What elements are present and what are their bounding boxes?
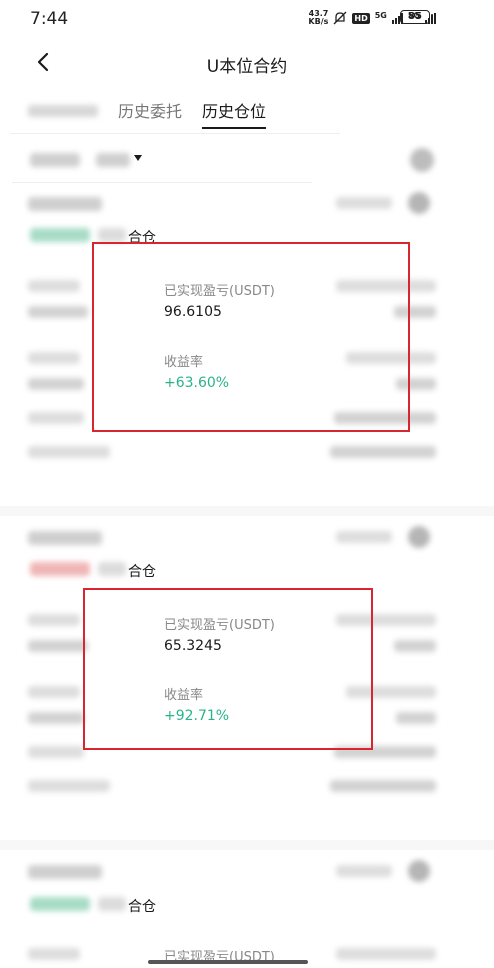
status-time: 7:44 — [30, 9, 69, 29]
close-position-label: 合仓 — [128, 899, 156, 915]
side-tag-blurred — [30, 228, 90, 242]
symbol-blurred — [28, 197, 102, 211]
tab-blurred[interactable] — [28, 105, 98, 117]
card-separator — [0, 840, 494, 850]
highlight-box — [92, 242, 410, 432]
mute-bell-icon — [333, 11, 347, 25]
battery-icon: 85 — [400, 10, 433, 24]
filter-blurred-1[interactable] — [30, 153, 80, 167]
row-value-blurred — [396, 712, 436, 724]
highlight-box — [83, 588, 373, 750]
time-blurred — [336, 197, 392, 209]
row-value-blurred — [330, 446, 436, 458]
symbol-blurred — [28, 865, 102, 879]
side-tag-blurred — [30, 897, 90, 911]
row-label-blurred — [28, 686, 80, 698]
side-tag-blurred — [30, 562, 90, 576]
battery-level: 85 — [408, 11, 422, 22]
row-value-blurred — [330, 780, 436, 792]
tab-bar: 历史委托 历史仓位 — [0, 94, 494, 134]
row-label-blurred — [28, 446, 110, 458]
row-value-blurred — [394, 640, 436, 652]
status-bar: 7:44 43.7 KB/s HD 5G 5G 85 — [0, 0, 494, 38]
active-tab-indicator — [202, 127, 266, 129]
share-icon[interactable] — [408, 860, 430, 882]
share-icon[interactable] — [408, 192, 430, 214]
close-position-label: 合仓 — [128, 564, 156, 580]
card-separator — [0, 506, 494, 516]
row-label-blurred — [28, 614, 80, 626]
filter-divider — [12, 182, 312, 183]
time-blurred — [336, 865, 392, 877]
caret-down-icon[interactable] — [134, 155, 142, 161]
filter-bar — [0, 140, 494, 180]
network-5g-label-1: 5G — [374, 10, 387, 20]
tab-order-history[interactable]: 历史委托 — [118, 98, 182, 122]
page-title: U本位合约 — [206, 57, 288, 77]
network-speed: 43.7 KB/s — [308, 10, 328, 26]
network-speed-unit: KB/s — [308, 17, 329, 26]
row-value-blurred — [28, 306, 88, 318]
leverage-tag-blurred — [98, 228, 126, 242]
row-value-blurred — [28, 640, 88, 652]
filter-settings-icon[interactable] — [410, 148, 434, 172]
row-label-blurred — [28, 412, 84, 424]
tab-position-history[interactable]: 历史仓位 — [202, 98, 266, 122]
leverage-tag-blurred — [98, 897, 126, 911]
hd-badge: HD — [352, 12, 370, 24]
row-label-blurred — [28, 280, 80, 292]
row-value-blurred — [28, 712, 84, 724]
position-card: 合仓 已实现盈亏(USDT) — [0, 852, 494, 968]
row-value-blurred — [28, 378, 84, 390]
home-indicator[interactable] — [148, 960, 308, 964]
row-label-blurred — [28, 948, 80, 960]
filter-blurred-2[interactable] — [96, 153, 130, 167]
row-label-blurred — [28, 780, 110, 792]
row-label-blurred — [28, 352, 80, 364]
row-label-blurred — [28, 746, 84, 758]
symbol-blurred — [28, 531, 102, 545]
share-icon[interactable] — [408, 526, 430, 548]
row-label-blurred — [336, 948, 436, 960]
nav-bar: U本位合约 — [0, 40, 494, 84]
time-blurred — [336, 531, 392, 543]
leverage-tag-blurred — [98, 562, 126, 576]
tabs-divider — [10, 133, 340, 134]
